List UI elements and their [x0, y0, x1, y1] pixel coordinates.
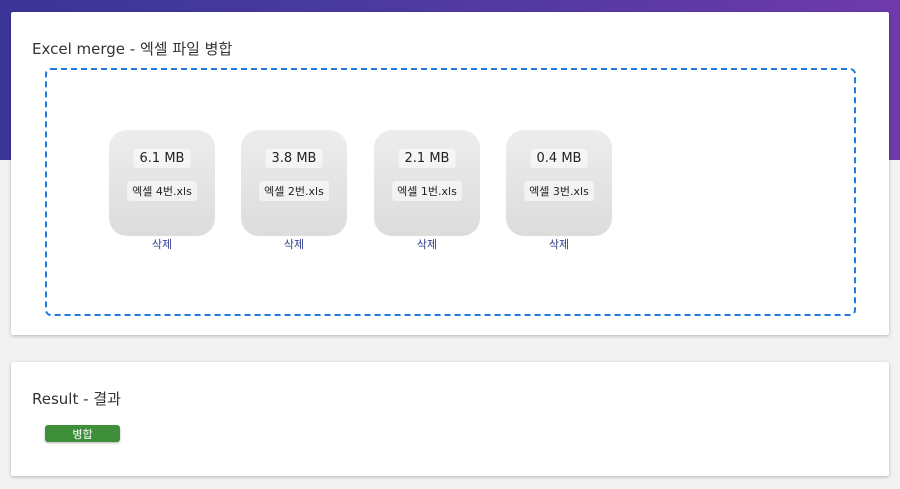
file-name: 엑셀 2번.xls	[259, 181, 329, 201]
remove-file-link[interactable]: 삭제	[241, 236, 347, 252]
file-size: 3.8 MB	[265, 149, 323, 168]
file-thumbnail: 3.8 MB 엑셀 2번.xls	[241, 130, 347, 236]
file-preview: 0.4 MB 엑셀 3번.xls 삭제	[506, 130, 612, 252]
file-thumbnail: 0.4 MB 엑셀 3번.xls	[506, 130, 612, 236]
file-name: 엑셀 3번.xls	[524, 181, 594, 201]
file-preview: 3.8 MB 엑셀 2번.xls 삭제	[241, 130, 347, 252]
result-card: Result - 결과 병합	[11, 362, 889, 476]
file-size: 6.1 MB	[133, 149, 191, 168]
merge-button[interactable]: 병합	[45, 425, 120, 442]
file-size: 2.1 MB	[398, 149, 456, 168]
remove-file-link[interactable]: 삭제	[374, 236, 480, 252]
upload-card-title: Excel merge - 엑셀 파일 병합	[32, 40, 233, 58]
result-card-title: Result - 결과	[32, 390, 121, 408]
file-thumbnail: 6.1 MB 엑셀 4번.xls	[109, 130, 215, 236]
file-preview: 6.1 MB 엑셀 4번.xls 삭제	[109, 130, 215, 252]
upload-card: Excel merge - 엑셀 파일 병합 6.1 MB 엑셀 4번.xls …	[11, 12, 889, 335]
file-name: 엑셀 1번.xls	[392, 181, 462, 201]
remove-file-link[interactable]: 삭제	[506, 236, 612, 252]
remove-file-link[interactable]: 삭제	[109, 236, 215, 252]
file-name: 엑셀 4번.xls	[127, 181, 197, 201]
file-dropzone[interactable]: 6.1 MB 엑셀 4번.xls 삭제 3.8 MB 엑셀 2번.xls 삭제 …	[45, 68, 856, 316]
file-size: 0.4 MB	[530, 149, 588, 168]
file-preview: 2.1 MB 엑셀 1번.xls 삭제	[374, 130, 480, 252]
file-thumbnail: 2.1 MB 엑셀 1번.xls	[374, 130, 480, 236]
